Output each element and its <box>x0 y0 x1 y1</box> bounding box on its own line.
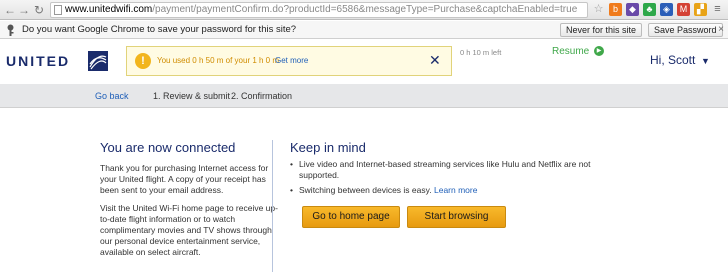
forward-arrow-icon[interactable]: → <box>17 2 31 18</box>
resume-button[interactable]: Resume ▶ <box>552 46 605 57</box>
confirmation-content: You are now connected Thank you for purc… <box>0 110 728 272</box>
browser-toolbar: ← → ↻ www.unitedwifi.com/payment/payment… <box>0 0 728 20</box>
time-left: 0 h 10 m left <box>460 48 502 57</box>
usage-text: You used 0 h 50 m of your 1 h 0 m <box>157 56 280 65</box>
url-path: /payment/paymentConfirm.do?productId=658… <box>152 4 578 15</box>
password-infobar: Do you want Google Chrome to save your p… <box>0 21 728 39</box>
progress-steps: Go back 1. Review & submit 2. Confirmati… <box>0 84 728 108</box>
connected-heading: You are now connected <box>100 140 236 155</box>
reload-icon[interactable]: ↻ <box>32 2 46 18</box>
infobar-close-icon[interactable]: × <box>718 21 724 39</box>
usage-banner: ! You used 0 h 50 m of your 1 h 0 m Get … <box>126 46 452 76</box>
never-for-site-button[interactable]: Never for this site <box>560 23 643 37</box>
banner-close-icon[interactable]: ✕ <box>429 52 441 69</box>
start-browsing-button[interactable]: Start browsing <box>407 206 506 228</box>
globe-logo-icon <box>88 51 108 71</box>
list-item: Switching between devices is easy. Learn… <box>290 185 610 196</box>
go-back-link[interactable]: Go back <box>95 91 129 101</box>
blue-extension-icon[interactable]: ◈ <box>660 3 673 16</box>
play-icon: ▶ <box>594 46 605 57</box>
green-extension-icon[interactable]: ♣ <box>643 3 656 16</box>
keep-in-mind-heading: Keep in mind <box>290 140 366 155</box>
orange-extension-icon[interactable]: b <box>609 3 622 16</box>
resume-label: Resume <box>552 46 590 57</box>
chart-extension-icon[interactable]: ▞ <box>694 3 707 16</box>
back-arrow-icon[interactable]: ← <box>3 2 17 18</box>
bookmark-star-icon[interactable]: ☆ <box>592 3 605 16</box>
column-divider <box>272 140 273 272</box>
connected-section: You are now connected Thank you for purc… <box>100 140 280 265</box>
menu-icon[interactable]: ≡ <box>711 3 724 16</box>
list-item: Live video and Internet-based streaming … <box>290 159 610 181</box>
go-to-home-page-button[interactable]: Go to home page <box>302 206 400 228</box>
user-greeting[interactable]: Hi, Scott <box>650 53 695 67</box>
gmail-icon[interactable]: M <box>677 3 690 16</box>
step-review-submit: 1. Review & submit <box>153 91 231 101</box>
infobar-message: Do you want Google Chrome to save your p… <box>22 24 297 35</box>
keep-in-mind-section: Keep in mind Live video and Internet-bas… <box>290 140 610 200</box>
switching-text: Switching between devices is easy. <box>299 185 432 195</box>
get-more-link[interactable]: Get more <box>275 56 308 65</box>
address-bar[interactable]: www.unitedwifi.com/payment/paymentConfir… <box>50 2 588 18</box>
site-header: UNITED ! You used 0 h 50 m of your 1 h 0… <box>0 40 728 82</box>
purple-extension-icon[interactable]: ◆ <box>626 3 639 16</box>
purchase-message: Thank you for purchasing Internet access… <box>100 163 269 195</box>
url-host: www.unitedwifi.com <box>65 4 153 15</box>
learn-more-link[interactable]: Learn more <box>434 185 477 195</box>
warning-icon: ! <box>135 53 151 69</box>
united-logo[interactable]: UNITED <box>6 53 70 69</box>
save-password-button[interactable]: Save Password <box>648 23 723 37</box>
key-icon <box>7 24 14 36</box>
step-confirmation: 2. Confirmation <box>231 91 293 101</box>
chevron-down-icon[interactable]: ▼ <box>701 56 710 66</box>
home-page-message: Visit the United Wi-Fi home page to rece… <box>100 203 278 257</box>
page-icon <box>54 5 62 15</box>
